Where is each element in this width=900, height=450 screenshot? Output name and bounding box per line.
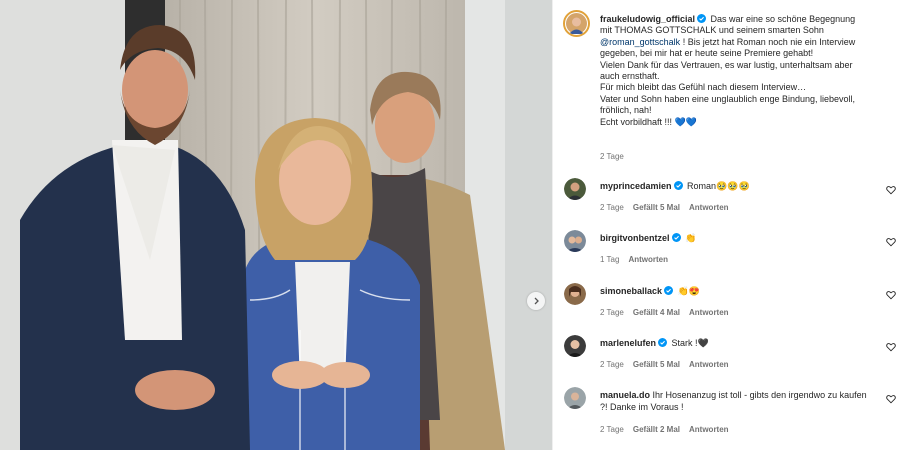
caption-line: Für mich bleibt das Gefühl nach diesem I… [600, 82, 807, 93]
commenter-avatar[interactable] [564, 230, 586, 252]
comment-text-wrap: manuela.do Ihr Hosenanzug ist toll - gib… [600, 389, 870, 413]
post-meta: 2 Tage [600, 152, 636, 161]
comment-time[interactable]: 2 Tage [600, 425, 624, 434]
commenter-avatar[interactable] [564, 283, 586, 305]
comment-username[interactable]: marlenelufen [600, 338, 656, 348]
caption-line: gegeben, bei mir hat er heute seine Prem… [600, 48, 814, 59]
comment-item: marlenelufen Stark !🖤 2 Tage Gefällt 5 Ma… [563, 335, 896, 375]
comment-text: Stark !🖤 [671, 338, 709, 348]
comment-item: simoneballack 👏😍 2 Tage Gefällt 4 Mal Antw… [563, 283, 896, 323]
comment-meta: 2 Tage Gefällt 5 Mal Antworten [600, 360, 738, 369]
reply-button[interactable]: Antworten [628, 255, 668, 264]
post-caption: fraukeludowig_official Das war eine so s… [600, 14, 885, 128]
verified-badge-icon [697, 14, 707, 23]
comment-meta: 2 Tage Gefällt 2 Mal Antworten [600, 425, 738, 434]
photo-illustration [0, 0, 552, 450]
heart-outline-icon[interactable] [886, 185, 896, 195]
comment-time[interactable]: 1 Tag [600, 255, 619, 264]
commenter-avatar-image [564, 178, 586, 200]
chevron-right-icon [534, 297, 539, 305]
comment-time[interactable]: 2 Tage [600, 360, 624, 369]
comment-item: manuela.do Ihr Hosenanzug ist toll - gib… [563, 387, 896, 437]
verified-badge-icon [664, 286, 674, 295]
verified-badge-icon [673, 181, 683, 190]
comments-panel: fraukeludowig_official Das war eine so s… [552, 0, 900, 450]
commenter-avatar-image [564, 230, 586, 252]
comment-likes[interactable]: Gefällt 2 Mal [633, 425, 680, 434]
caption-line: Vater und Sohn haben eine unglaublich en… [600, 93, 856, 104]
comment-username[interactable]: manuela.do [600, 390, 650, 400]
reply-button[interactable]: Antworten [689, 425, 729, 434]
heart-outline-icon[interactable] [886, 342, 896, 352]
comment-likes[interactable]: Gefällt 4 Mal [633, 308, 680, 317]
author-avatar[interactable] [563, 10, 590, 37]
comment-text-wrap: simoneballack 👏😍 [600, 285, 870, 297]
comment-meta: 2 Tage Gefällt 4 Mal Antworten [600, 308, 738, 317]
verified-badge-icon [658, 338, 668, 347]
heart-outline-icon[interactable] [886, 290, 896, 300]
author-username[interactable]: fraukeludowig_official [600, 14, 695, 24]
caption-line: auch ernsthaft. [600, 71, 660, 82]
post-photo[interactable] [0, 0, 552, 450]
comment-meta: 2 Tage Gefällt 5 Mal Antworten [600, 203, 738, 212]
reply-button[interactable]: Antworten [689, 203, 729, 212]
comment-username[interactable]: simoneballack [600, 286, 662, 296]
next-image-button[interactable] [527, 292, 545, 310]
author-avatar-image [566, 13, 587, 34]
comment-likes[interactable]: Gefällt 5 Mal [633, 203, 680, 212]
commenter-avatar-image [564, 335, 586, 357]
caption-line: fröhlich, nah! [600, 105, 652, 116]
comment-text: 👏 [685, 233, 697, 243]
heart-outline-icon[interactable] [886, 237, 896, 247]
commenter-avatar[interactable] [564, 178, 586, 200]
post-time[interactable]: 2 Tage [600, 152, 624, 161]
comment-text-wrap: birgitvonbentzel 👏 [600, 232, 870, 244]
commenter-avatar[interactable] [564, 335, 586, 357]
reply-button[interactable]: Antworten [689, 308, 729, 317]
comment-text: 👏😍 [677, 286, 700, 296]
comment-time[interactable]: 2 Tage [600, 203, 624, 212]
caption-line: mit THOMAS GOTTSCHALK und seinem smarten… [600, 25, 824, 36]
caption-line: ! Bis jetzt hat Roman noch nie ein Inter… [680, 36, 856, 47]
comment-meta: 1 Tag Antworten [600, 255, 677, 264]
comment-text-wrap: myprincedamien Roman🥹🥹🥹 [600, 180, 870, 192]
comment-text: Roman🥹🥹🥹 [687, 181, 750, 191]
comment-time[interactable]: 2 Tage [600, 308, 624, 317]
commenter-avatar-image [564, 387, 586, 409]
comment-text-wrap: marlenelufen Stark !🖤 [600, 337, 870, 349]
comment-username[interactable]: birgitvonbentzel [600, 233, 670, 243]
commenter-avatar[interactable] [564, 387, 586, 409]
mention-link[interactable]: @roman_gottschalk [600, 37, 680, 47]
comment-username[interactable]: myprincedamien [600, 181, 672, 191]
heart-outline-icon[interactable] [886, 394, 896, 404]
reply-button[interactable]: Antworten [689, 360, 729, 369]
comment-item: myprincedamien Roman🥹🥹🥹 2 Tage Gefällt 5 … [563, 178, 896, 218]
commenter-avatar-image [564, 283, 586, 305]
caption-line: Echt vorbildhaft !!! 💙💙 [600, 116, 697, 127]
caption-line: Vielen Dank für das Vertrauen, es war lu… [600, 59, 853, 70]
comment-likes[interactable]: Gefällt 5 Mal [633, 360, 680, 369]
comment-item: birgitvonbentzel 👏 1 Tag Antworten [563, 230, 896, 270]
verified-badge-icon [671, 233, 681, 242]
caption-line: Das war eine so schöne Begegnung [710, 14, 856, 24]
